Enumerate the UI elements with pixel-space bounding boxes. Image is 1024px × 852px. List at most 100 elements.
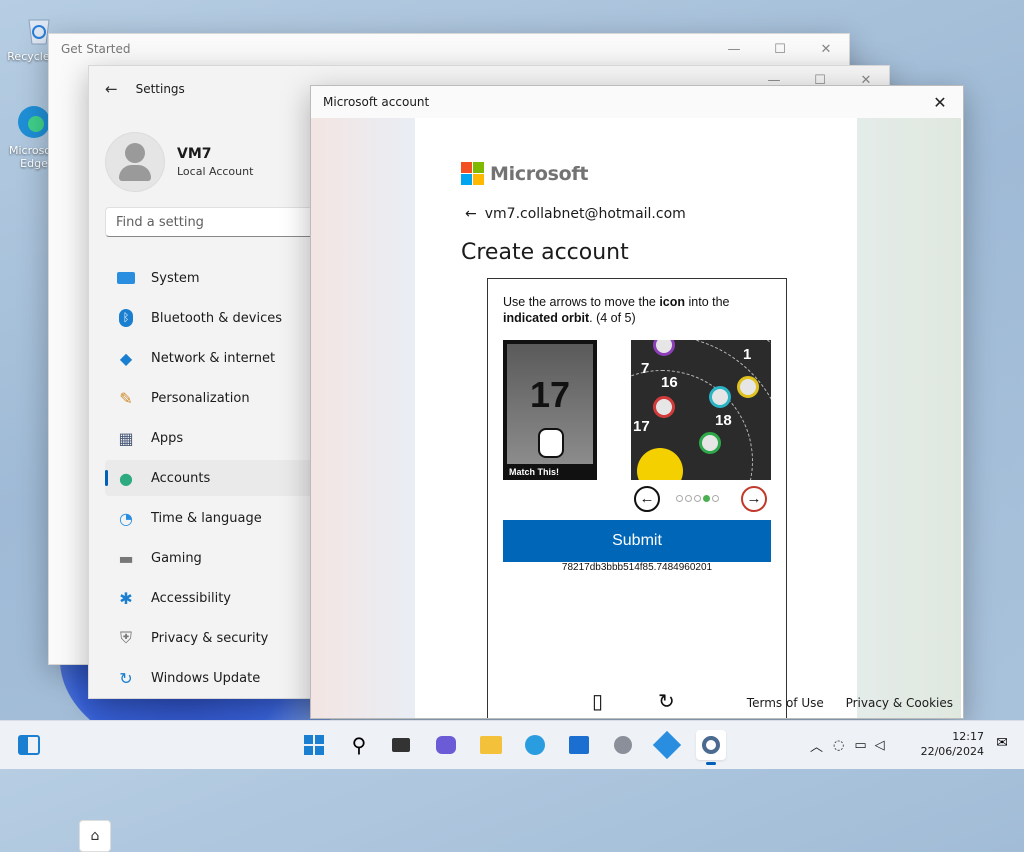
apps-icon: ▦ [118, 428, 134, 448]
nav-item-time-language[interactable]: ◔ Time & language [105, 500, 315, 536]
meet-icon[interactable] [431, 730, 461, 760]
chevron-up-icon[interactable]: ︿ [810, 736, 823, 755]
restart-challenge-icon[interactable]: ↻ [658, 689, 675, 714]
shield-icon: ⛨ [119, 628, 132, 647]
maximize-button[interactable]: ☐ [757, 42, 803, 57]
clock-date: 22/06/2024 [920, 745, 984, 758]
network-icon[interactable]: ◌ [833, 738, 844, 753]
system-tray: ︿ ◌ ▭ ◁ [810, 721, 885, 769]
nav-item-apps[interactable]: ▦ Apps [105, 420, 315, 456]
msa-close-button[interactable]: ✕ [917, 93, 963, 112]
nav-label: Network & internet [151, 350, 276, 366]
system-icon [115, 267, 137, 289]
nav-label: Gaming [151, 550, 202, 566]
settings-icon[interactable] [696, 730, 726, 765]
orbit-number: 16 [661, 374, 678, 391]
minimize-button[interactable]: — [711, 42, 757, 57]
nav-label: Privacy & security [151, 630, 269, 646]
get-started-title: Get Started [61, 42, 131, 56]
nav-item-accessibility[interactable]: ✱ Accessibility [105, 580, 315, 616]
nav-label: Bluetooth & devices [151, 310, 282, 326]
microsoft-logo: Microsoft [461, 162, 588, 185]
find-setting-input[interactable]: Find a setting [105, 207, 325, 237]
task-view-icon[interactable] [386, 730, 416, 760]
widgets-icon[interactable] [14, 730, 44, 760]
nav-item-gaming[interactable]: ▬ Gaming [105, 540, 315, 576]
nav-label: Apps [151, 430, 184, 446]
nav-item-bluetooth[interactable]: ᛒ Bluetooth & devices [105, 300, 315, 336]
nav-item-windows-update[interactable]: ↻ Windows Update [105, 660, 315, 696]
footer: Terms of Use Privacy & Cookies [729, 696, 953, 710]
clock[interactable]: 12:17 22/06/2024 [921, 729, 984, 759]
captcha-session-id: 78217db3bbb514f85.7484960201 [561, 562, 713, 573]
captcha-instruction: Use the arrows to move the icon into the… [503, 295, 730, 325]
person-icon: ● [119, 468, 133, 488]
page-title: Create account [461, 240, 629, 265]
store-icon[interactable] [564, 730, 594, 760]
nav-item-system[interactable]: System [105, 260, 315, 296]
user-profile[interactable]: VM7 Local Account [105, 132, 253, 192]
orbit-token-icon [737, 376, 759, 398]
captcha-progress-dots [676, 495, 721, 502]
orbit-number: 17 [633, 418, 650, 435]
edge-icon[interactable] [520, 730, 550, 760]
edge-icon [16, 104, 52, 140]
captcha-right-arrow-icon[interactable]: → [741, 486, 767, 512]
orbit-token-icon [709, 386, 731, 408]
display-icon[interactable]: ▭ [854, 738, 866, 753]
update-icon: ↻ [119, 668, 133, 688]
captcha-frame: Use the arrows to move the icon into the… [487, 278, 787, 718]
nav-item-network[interactable]: ◆ Network & internet [105, 340, 315, 376]
taskbar: ⚲ ︿ ◌ ▭ ◁ 12:17 22/06/2024 ✉ [0, 720, 1024, 769]
app-icon-2[interactable] [652, 730, 682, 760]
microsoft-logo-icon [461, 162, 484, 185]
orbit-token-icon [653, 396, 675, 418]
accessibility-icon: ✱ [119, 588, 133, 608]
orbit-token-icon [699, 432, 721, 454]
avatar [105, 132, 165, 192]
nav-label: Personalization [151, 390, 250, 406]
terms-of-use-link[interactable]: Terms of Use [747, 696, 824, 710]
account-email: vm7.collabnet@hotmail.com [484, 206, 686, 222]
volume-icon[interactable]: ◁ [875, 738, 885, 753]
orbit-number: 1 [743, 346, 752, 363]
notification-icon[interactable]: ✉ [996, 735, 1008, 751]
brand-name: Microsoft [490, 162, 589, 185]
captcha-submit-button[interactable]: Submit [503, 520, 771, 562]
nav-item-personalization[interactable]: ✎ Personalization [105, 380, 315, 416]
orbit-number: 7 [641, 360, 650, 377]
nav-label: Accessibility [151, 590, 231, 606]
file-explorer-icon[interactable] [476, 730, 506, 760]
identity-banner[interactable]: ← vm7.collabnet@hotmail.com [465, 206, 686, 222]
orbit-number: 18 [715, 412, 732, 429]
back-arrow-icon[interactable]: ← [105, 80, 118, 98]
account-type: Local Account [177, 165, 254, 178]
app-icon[interactable] [608, 730, 638, 760]
wifi-icon: ◆ [119, 348, 133, 368]
sign-in-card: Microsoft ← vm7.collabnet@hotmail.com Cr… [417, 118, 857, 718]
back-arrow-icon[interactable]: ← [465, 206, 477, 222]
audio-challenge-icon[interactable]: ▯ [592, 689, 603, 714]
search-icon[interactable]: ⚲ [344, 730, 374, 760]
nav-item-privacy[interactable]: ⛨ Privacy & security [105, 620, 315, 656]
nav-label: System [151, 270, 200, 286]
start-icon[interactable] [299, 730, 329, 760]
settings-nav: System ᛒ Bluetooth & devices ◆ Network &… [79, 260, 315, 852]
nav-label: Accounts [151, 470, 211, 486]
home-icon[interactable]: ⌂ [79, 820, 111, 852]
microsoft-account-window: Microsoft account ✕ Microsoft ← vm7.coll… [310, 85, 964, 719]
captcha-left-arrow-icon[interactable]: ← [634, 486, 660, 512]
settings-title: Settings [135, 82, 185, 96]
privacy-cookies-link[interactable]: Privacy & Cookies [846, 696, 953, 710]
nav-item-accounts[interactable]: ● Accounts [105, 460, 315, 496]
target-number: 17 [529, 374, 571, 415]
clock-time: 12:17 [952, 730, 984, 743]
bluetooth-icon: ᛒ [115, 307, 137, 329]
match-this-label: Match This! [509, 467, 560, 477]
msa-window-title: Microsoft account [323, 95, 430, 109]
gamepad-icon: ▬ [118, 548, 134, 568]
nav-label: Windows Update [151, 670, 261, 686]
clock-globe-icon: ◔ [119, 508, 133, 528]
close-button[interactable]: ✕ [803, 42, 849, 57]
robot-icon [538, 428, 564, 458]
